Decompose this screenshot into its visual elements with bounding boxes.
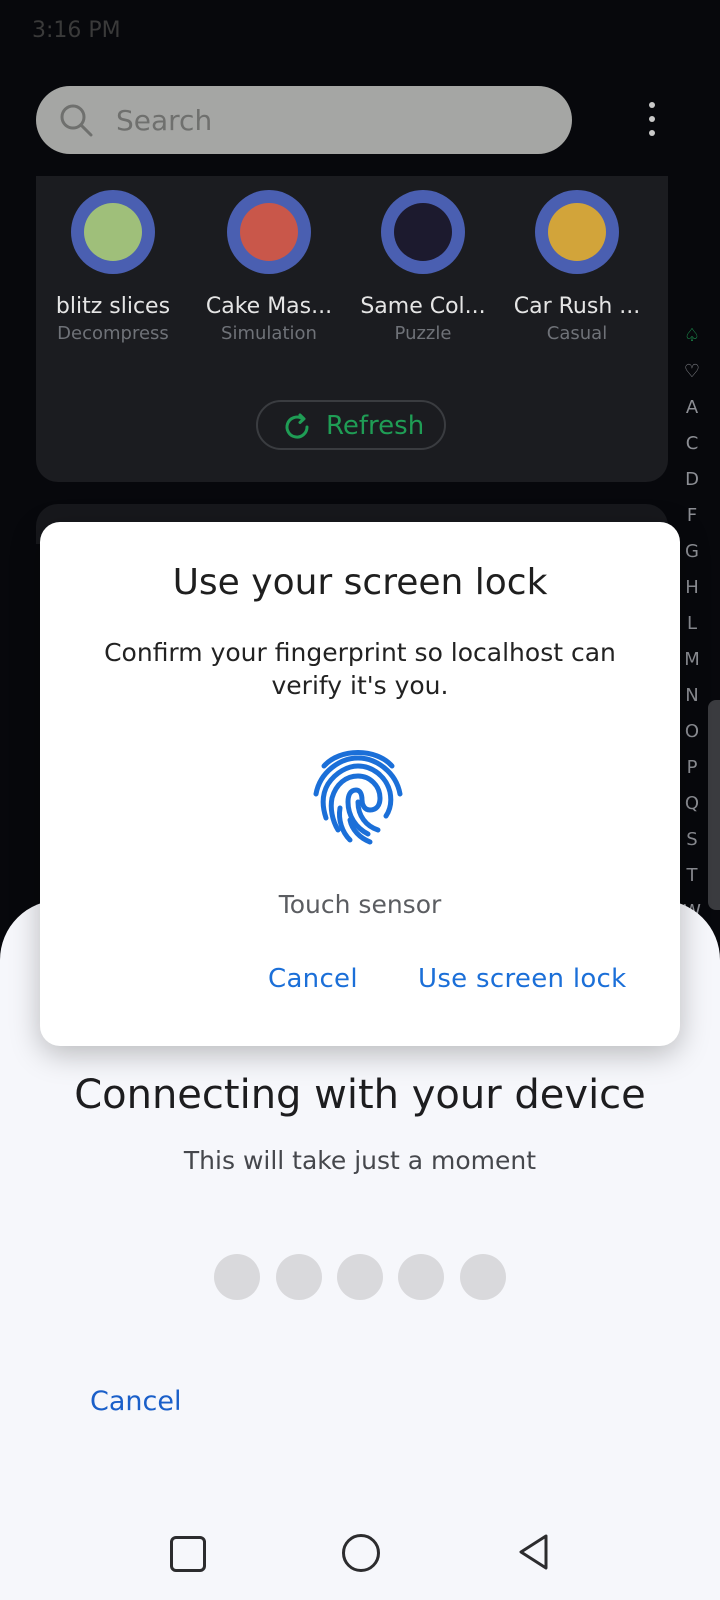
alpha-index-item[interactable]: ♡ — [676, 354, 708, 390]
app-icon — [71, 190, 155, 274]
app-icon — [381, 190, 465, 274]
loading-dot — [398, 1254, 444, 1300]
sheet-cancel-button[interactable]: Cancel — [90, 1386, 181, 1417]
app-item-cake-master[interactable]: Cake Mas... Simulation — [194, 190, 344, 344]
app-category: Simulation — [221, 323, 317, 344]
search-bar[interactable]: Search — [36, 86, 572, 154]
dialog-title: Use your screen lock — [172, 562, 548, 603]
alpha-index-item[interactable]: O — [676, 714, 708, 750]
status-bar: 3:16 PM — [0, 0, 720, 62]
app-item-same-color[interactable]: Same Col... Puzzle — [348, 190, 498, 344]
loading-dots — [214, 1254, 514, 1300]
loading-dot — [337, 1254, 383, 1300]
search-icon — [60, 104, 93, 137]
alpha-index-item[interactable]: T — [676, 858, 708, 894]
app-icon — [535, 190, 619, 274]
alpha-index-item[interactable]: H — [676, 570, 708, 606]
app-name: Cake Mas... — [205, 294, 333, 319]
status-time: 3:16 PM — [32, 18, 121, 43]
refresh-button[interactable]: Refresh — [256, 400, 446, 450]
alpha-index-item[interactable]: S — [676, 822, 708, 858]
alpha-index-item[interactable]: Q — [676, 786, 708, 822]
scroll-handle[interactable] — [708, 700, 720, 910]
alpha-index-item[interactable]: F — [676, 498, 708, 534]
more-options-icon[interactable] — [636, 98, 668, 142]
alphabet-index[interactable]: ♤ ♡ A C D F G H L M N O P Q S T W — [676, 318, 708, 930]
sheet-subtitle: This will take just a moment — [183, 1146, 537, 1175]
back-icon[interactable] — [515, 1532, 551, 1572]
alpha-index-item[interactable]: P — [676, 750, 708, 786]
touch-sensor-label: Touch sensor — [278, 890, 442, 919]
app-name: Car Rush ... — [513, 294, 641, 319]
loading-dot — [276, 1254, 322, 1300]
dialog-cancel-button[interactable]: Cancel — [268, 964, 358, 994]
alpha-index-item[interactable]: D — [676, 462, 708, 498]
app-name: Same Col... — [360, 294, 486, 319]
recents-icon[interactable] — [170, 1536, 206, 1572]
alpha-index-item[interactable]: A — [676, 390, 708, 426]
dialog-body: Confirm your fingerprint so localhost ca… — [104, 638, 616, 700]
app-item-car-rush[interactable]: Car Rush ... Casual — [502, 190, 652, 344]
search-placeholder: Search — [116, 104, 213, 137]
screen-lock-dialog: Use your screen lock Confirm your finger… — [40, 522, 680, 1046]
loading-dot — [214, 1254, 260, 1300]
app-icon — [227, 190, 311, 274]
app-item-blitz-slices[interactable]: blitz slices Decompress — [38, 190, 188, 344]
alpha-index-item[interactable]: N — [676, 678, 708, 714]
recommended-apps-card: blitz slices Decompress Cake Mas... Simu… — [36, 176, 668, 482]
app-name: blitz slices — [55, 294, 171, 319]
app-category: Decompress — [57, 323, 169, 344]
fingerprint-icon — [313, 750, 403, 845]
alpha-index-item[interactable]: M — [676, 642, 708, 678]
loading-dot — [460, 1254, 506, 1300]
navigation-bar — [0, 1510, 720, 1600]
alpha-index-item[interactable]: ♤ — [676, 318, 708, 354]
alpha-index-item[interactable]: G — [676, 534, 708, 570]
refresh-icon — [285, 413, 309, 439]
app-category: Casual — [546, 323, 608, 344]
alpha-index-item[interactable]: L — [676, 606, 708, 642]
refresh-label: Refresh — [326, 411, 425, 441]
use-screen-lock-button[interactable]: Use screen lock — [418, 964, 627, 994]
sheet-title: Connecting with your device — [74, 1072, 646, 1118]
home-icon[interactable] — [342, 1534, 380, 1572]
app-category: Puzzle — [394, 323, 452, 344]
alpha-index-item[interactable]: C — [676, 426, 708, 462]
